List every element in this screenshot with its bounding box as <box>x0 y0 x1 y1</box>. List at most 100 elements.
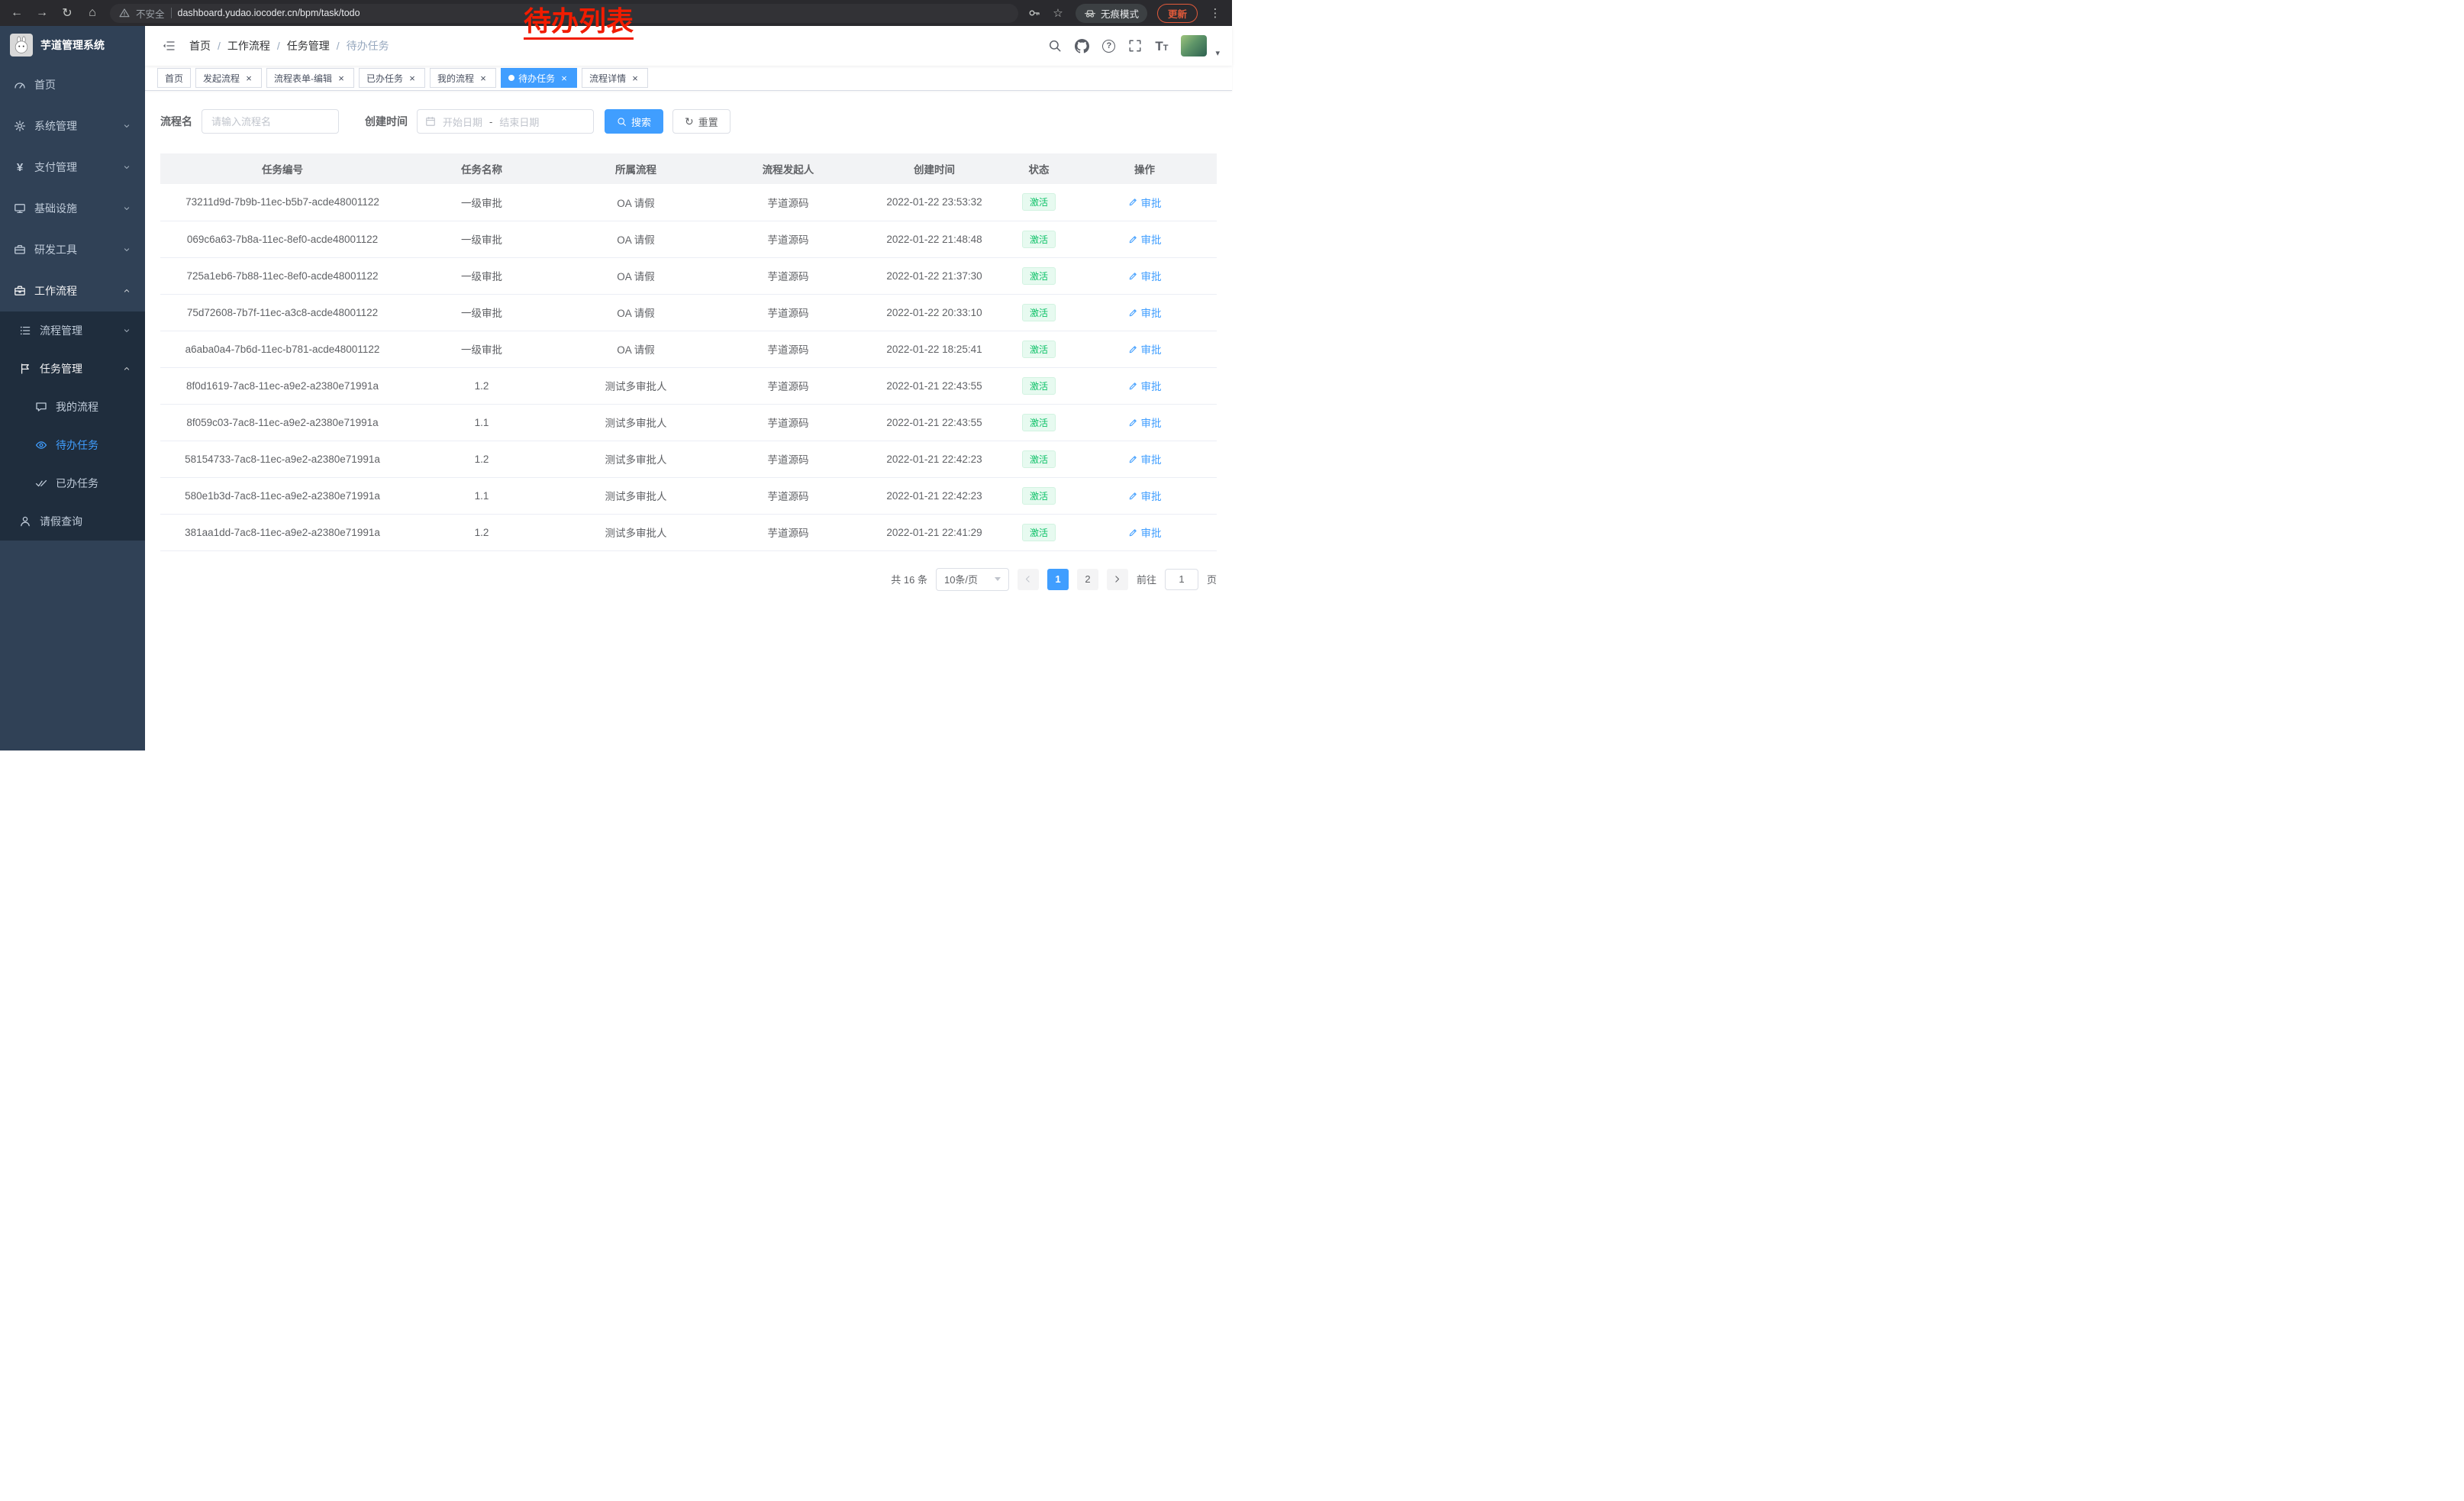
tab-process-detail[interactable]: 流程详情 × <box>582 68 648 88</box>
app-logo[interactable]: 芋道管理系统 <box>0 26 145 64</box>
tab-process-form-edit[interactable]: 流程表单-编辑 × <box>266 68 354 88</box>
filter-bar: 流程名 创建时间 开始日期 - 结束日期 搜索 ↻ 重置 <box>160 109 1217 134</box>
tab-todo-tasks[interactable]: 待办任务 × <box>501 68 577 88</box>
cell-created: 2022-01-22 20:33:10 <box>863 294 1005 331</box>
sidebar-item-payment[interactable]: ¥ 支付管理 <box>0 147 145 188</box>
sidebar-item-infrastructure[interactable]: 基础设施 <box>0 188 145 229</box>
sidebar-item-label: 我的流程 <box>56 399 131 415</box>
sidebar-item-leave-query[interactable]: 请假查询 <box>0 502 145 541</box>
edit-pencil-icon <box>1128 197 1138 207</box>
search-button-label: 搜索 <box>631 115 651 129</box>
cell-status: 激活 <box>1005 294 1072 331</box>
tab-label: 流程表单-编辑 <box>274 72 332 85</box>
approve-link[interactable]: 审批 <box>1128 195 1162 210</box>
date-range-picker[interactable]: 开始日期 - 结束日期 <box>417 109 594 134</box>
browser-back-icon[interactable]: ← <box>9 6 24 20</box>
chevron-down-icon <box>122 121 131 131</box>
avatar-caret-icon[interactable]: ▾ <box>1215 48 1220 58</box>
search-icon[interactable] <box>1048 39 1062 53</box>
table-row: 8f0d1619-7ac8-11ec-a9e2-a2380e71991a 1.2… <box>160 367 1217 404</box>
sidebar-item-label: 任务管理 <box>40 361 114 376</box>
close-icon[interactable]: × <box>630 73 640 83</box>
close-icon[interactable]: × <box>407 73 418 83</box>
browser-reload-icon[interactable]: ↻ <box>60 5 75 21</box>
user-avatar[interactable] <box>1181 35 1207 56</box>
sidebar-item-done-tasks[interactable]: 已办任务 <box>0 464 145 502</box>
update-button[interactable]: 更新 <box>1157 4 1198 23</box>
cell-actions: 审批 <box>1072 441 1217 477</box>
close-icon[interactable]: × <box>478 73 489 83</box>
search-icon <box>617 117 627 127</box>
breadcrumb-item-home[interactable]: 首页 <box>189 38 211 53</box>
page-size-select[interactable]: 10条/页 <box>936 568 1009 591</box>
approve-link[interactable]: 审批 <box>1128 268 1162 283</box>
approve-link[interactable]: 审批 <box>1128 231 1162 247</box>
breadcrumb-item-workflow[interactable]: 工作流程 <box>227 38 270 53</box>
sidebar-item-task-management[interactable]: 任务管理 <box>0 350 145 388</box>
sidebar-item-system[interactable]: 系统管理 <box>0 105 145 147</box>
sidebar-item-home[interactable]: 首页 <box>0 64 145 105</box>
password-key-icon[interactable] <box>1028 7 1040 19</box>
cell-task-name: 1.2 <box>405 441 559 477</box>
search-button[interactable]: 搜索 <box>605 109 663 134</box>
tab-home[interactable]: 首页 <box>157 68 191 88</box>
edit-pencil-icon <box>1128 418 1138 428</box>
goto-page-input[interactable] <box>1165 569 1198 590</box>
person-icon <box>19 515 31 528</box>
help-icon[interactable]: ? <box>1102 40 1115 53</box>
close-icon[interactable]: × <box>559 73 569 83</box>
bookmark-star-icon[interactable]: ☆ <box>1050 6 1066 20</box>
approve-link[interactable]: 审批 <box>1128 525 1162 540</box>
browser-home-icon[interactable]: ⌂ <box>85 6 100 20</box>
close-icon[interactable]: × <box>336 73 347 83</box>
sidebar-item-todo-tasks[interactable]: 待办任务 <box>0 426 145 464</box>
font-size-icon[interactable]: TT <box>1155 40 1168 53</box>
browser-forward-icon[interactable]: → <box>34 6 50 20</box>
address-bar[interactable]: 不安全 dashboard.yudao.iocoder.cn/bpm/task/… <box>110 4 1018 23</box>
approve-link[interactable]: 审批 <box>1128 451 1162 466</box>
col-actions: 操作 <box>1072 153 1217 184</box>
cell-status: 激活 <box>1005 367 1072 404</box>
cell-task-name: 一级审批 <box>405 331 559 367</box>
approve-link[interactable]: 审批 <box>1128 488 1162 503</box>
edit-pencil-icon <box>1128 344 1138 354</box>
sidebar-collapse-icon[interactable] <box>162 39 176 53</box>
approve-link[interactable]: 审批 <box>1128 415 1162 430</box>
cell-process: OA 请假 <box>559 294 713 331</box>
approve-link[interactable]: 审批 <box>1128 341 1162 357</box>
approve-link[interactable]: 审批 <box>1128 378 1162 393</box>
prev-page-button[interactable] <box>1018 569 1039 590</box>
sidebar: 芋道管理系统 首页 系统管理 ¥ 支付管理 基础设施 <box>0 26 145 750</box>
approve-link[interactable]: 审批 <box>1128 305 1162 320</box>
table-header-row: 任务编号 任务名称 所属流程 流程发起人 创建时间 状态 操作 <box>160 153 1217 184</box>
yen-icon: ¥ <box>14 161 26 174</box>
process-name-input[interactable] <box>202 109 339 134</box>
sidebar-item-process-management[interactable]: 流程管理 <box>0 311 145 350</box>
sidebar-item-label: 工作流程 <box>34 283 114 299</box>
browser-menu-icon[interactable]: ⋮ <box>1208 6 1223 20</box>
fullscreen-icon[interactable] <box>1128 39 1142 53</box>
edit-pencil-icon <box>1128 528 1138 537</box>
active-tab-dot <box>508 75 514 81</box>
next-page-button[interactable] <box>1107 569 1128 590</box>
page-button-1[interactable]: 1 <box>1047 569 1069 590</box>
github-icon[interactable] <box>1075 39 1089 53</box>
sidebar-item-my-process[interactable]: 我的流程 <box>0 388 145 426</box>
approve-label: 审批 <box>1141 488 1162 503</box>
breadcrumb-item-task-management[interactable]: 任务管理 <box>287 38 330 53</box>
sidebar-item-devtools[interactable]: 研发工具 <box>0 229 145 270</box>
toolbox-icon <box>14 244 26 256</box>
status-badge: 激活 <box>1022 267 1056 285</box>
double-check-icon <box>35 477 47 489</box>
reset-button[interactable]: ↻ 重置 <box>672 109 730 134</box>
sidebar-item-workflow[interactable]: 工作流程 <box>0 270 145 311</box>
tab-start-process[interactable]: 发起流程 × <box>195 68 262 88</box>
dashboard-icon <box>14 79 26 91</box>
table-row: 580e1b3d-7ac8-11ec-a9e2-a2380e71991a 1.1… <box>160 477 1217 514</box>
table-row: a6aba0a4-7b6d-11ec-b781-acde48001122 一级审… <box>160 331 1217 367</box>
table-row: 73211d9d-7b9b-11ec-b5b7-acde48001122 一级审… <box>160 184 1217 221</box>
page-button-2[interactable]: 2 <box>1077 569 1098 590</box>
close-icon[interactable]: × <box>243 73 254 83</box>
tab-done-tasks[interactable]: 已办任务 × <box>359 68 425 88</box>
tab-my-process[interactable]: 我的流程 × <box>430 68 496 88</box>
